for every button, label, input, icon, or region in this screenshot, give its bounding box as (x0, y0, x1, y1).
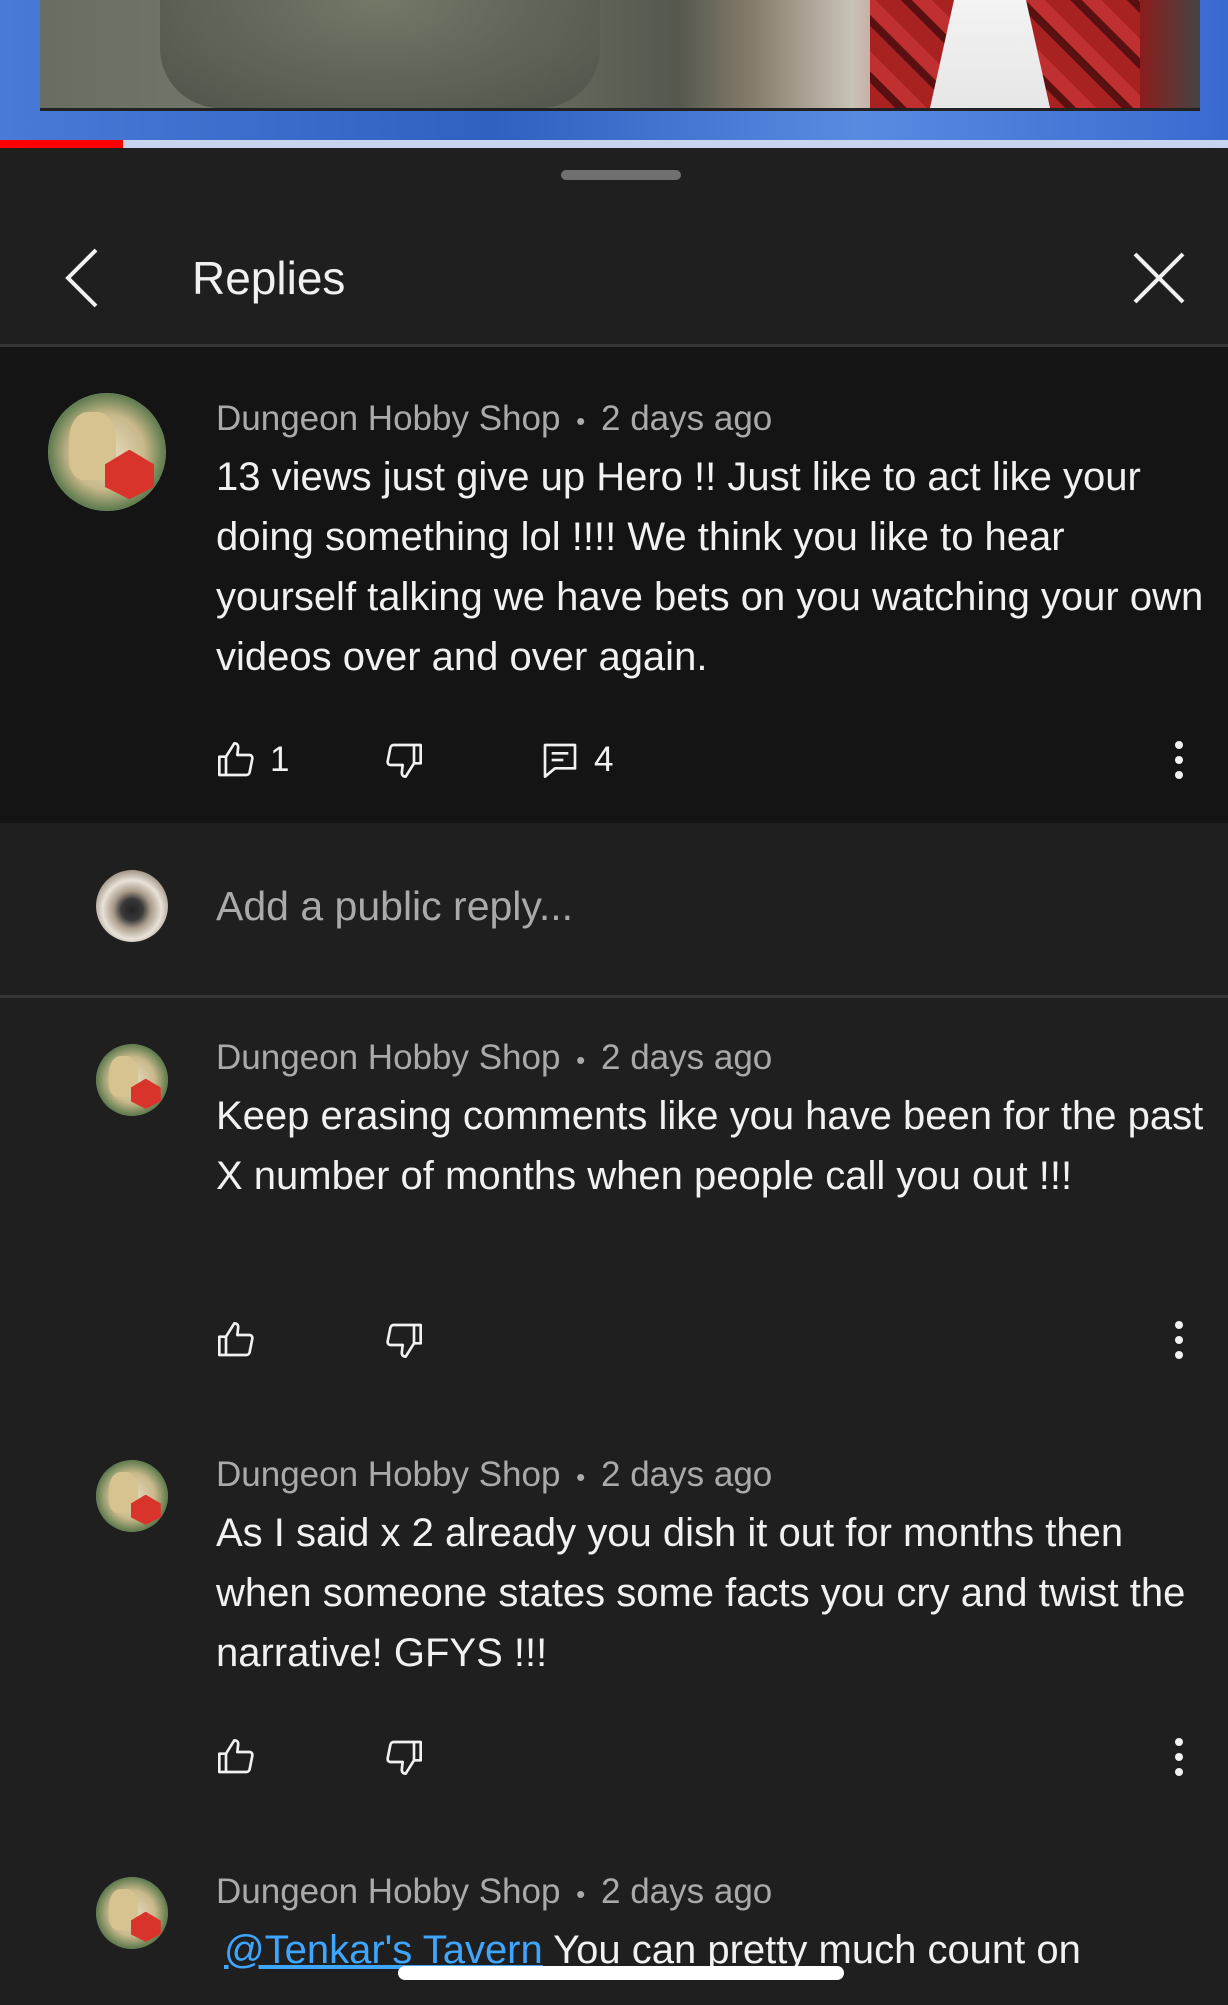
like-count: 1 (270, 740, 290, 779)
comment-author[interactable]: Dungeon Hobby Shop (216, 1038, 560, 1077)
user-avatar (96, 870, 168, 942)
author-avatar[interactable] (48, 393, 166, 511)
comment-more-button[interactable] (1164, 730, 1194, 790)
gesture-navigation-bar[interactable] (398, 1966, 844, 1980)
comment-text: Keep erasing comments like you have been… (216, 1094, 1204, 1198)
dislike-button[interactable] (384, 730, 424, 790)
comment-actions: 1 4 (216, 730, 1216, 790)
video-person-left (160, 0, 600, 108)
comment-meta: Dungeon Hobby Shop • 2 days ago (216, 1868, 772, 1918)
thumbs-down-icon (386, 743, 422, 778)
close-icon (1133, 252, 1185, 304)
more-vert-icon (1175, 1738, 1183, 1776)
sheet-title: Replies (192, 252, 346, 304)
video-frame (40, 0, 1200, 111)
comment-text: As I said x 2 already you dish it out fo… (216, 1511, 1186, 1675)
back-button[interactable] (52, 242, 112, 314)
replies-sheet: Replies Dungeon Hobby Shop • 2 days ago … (0, 148, 1228, 2005)
more-vert-icon (1175, 1321, 1183, 1359)
close-button[interactable] (1124, 240, 1194, 316)
thumbs-up-icon (218, 1322, 254, 1357)
comment-author[interactable]: Dungeon Hobby Shop (216, 1455, 560, 1494)
thumbs-up-icon (218, 742, 254, 777)
thumbs-up-icon (218, 1739, 254, 1774)
comment-time: 2 days ago (601, 1455, 773, 1494)
dislike-button[interactable] (384, 1310, 424, 1370)
reply-input-row: Add a public reply... (0, 823, 1228, 998)
comment-text: 13 views just give up Hero !! Just like … (216, 455, 1204, 679)
comment-actions (216, 1310, 1216, 1370)
replies-button[interactable]: 4 (540, 730, 613, 790)
dislike-button[interactable] (384, 1727, 424, 1787)
comment-time: 2 days ago (601, 1038, 773, 1077)
comment-more-button[interactable] (1164, 1727, 1194, 1787)
comment-more-button[interactable] (1164, 1310, 1194, 1370)
parent-comment: Dungeon Hobby Shop • 2 days ago 13 views… (0, 347, 1228, 823)
comment-meta: Dungeon Hobby Shop • 2 days ago (216, 395, 772, 445)
comment-meta: Dungeon Hobby Shop • 2 days ago (216, 1451, 772, 1501)
video-player[interactable] (0, 0, 1228, 148)
meta-separator: • (576, 1879, 586, 1909)
meta-separator: • (576, 406, 586, 436)
thumbs-down-icon (386, 1323, 422, 1358)
reply-input[interactable]: Add a public reply... (216, 876, 573, 936)
meta-separator: • (576, 1045, 586, 1075)
comment-author[interactable]: Dungeon Hobby Shop (216, 399, 560, 438)
comment-icon (543, 743, 577, 778)
reply-count: 4 (594, 740, 614, 779)
author-avatar[interactable] (96, 1460, 168, 1532)
chevron-left-icon (65, 248, 98, 308)
like-button[interactable]: 1 (216, 730, 289, 790)
sheet-header: Replies (0, 218, 1228, 347)
meta-separator: • (576, 1462, 586, 1492)
like-button[interactable] (216, 1310, 256, 1370)
author-avatar[interactable] (96, 1044, 168, 1116)
video-person-right (870, 0, 1140, 108)
video-progress-track[interactable] (0, 140, 1228, 148)
comment-meta: Dungeon Hobby Shop • 2 days ago (216, 1034, 772, 1084)
comment-time: 2 days ago (601, 1872, 773, 1911)
video-progress-fill (0, 140, 123, 148)
author-avatar[interactable] (96, 1877, 168, 1949)
drag-handle[interactable] (561, 170, 681, 180)
more-vert-icon (1175, 741, 1183, 779)
comment-actions (216, 1727, 1216, 1787)
comment-author[interactable]: Dungeon Hobby Shop (216, 1872, 560, 1911)
comment-time: 2 days ago (601, 399, 773, 438)
thumbs-down-icon (386, 1740, 422, 1775)
like-button[interactable] (216, 1727, 256, 1787)
